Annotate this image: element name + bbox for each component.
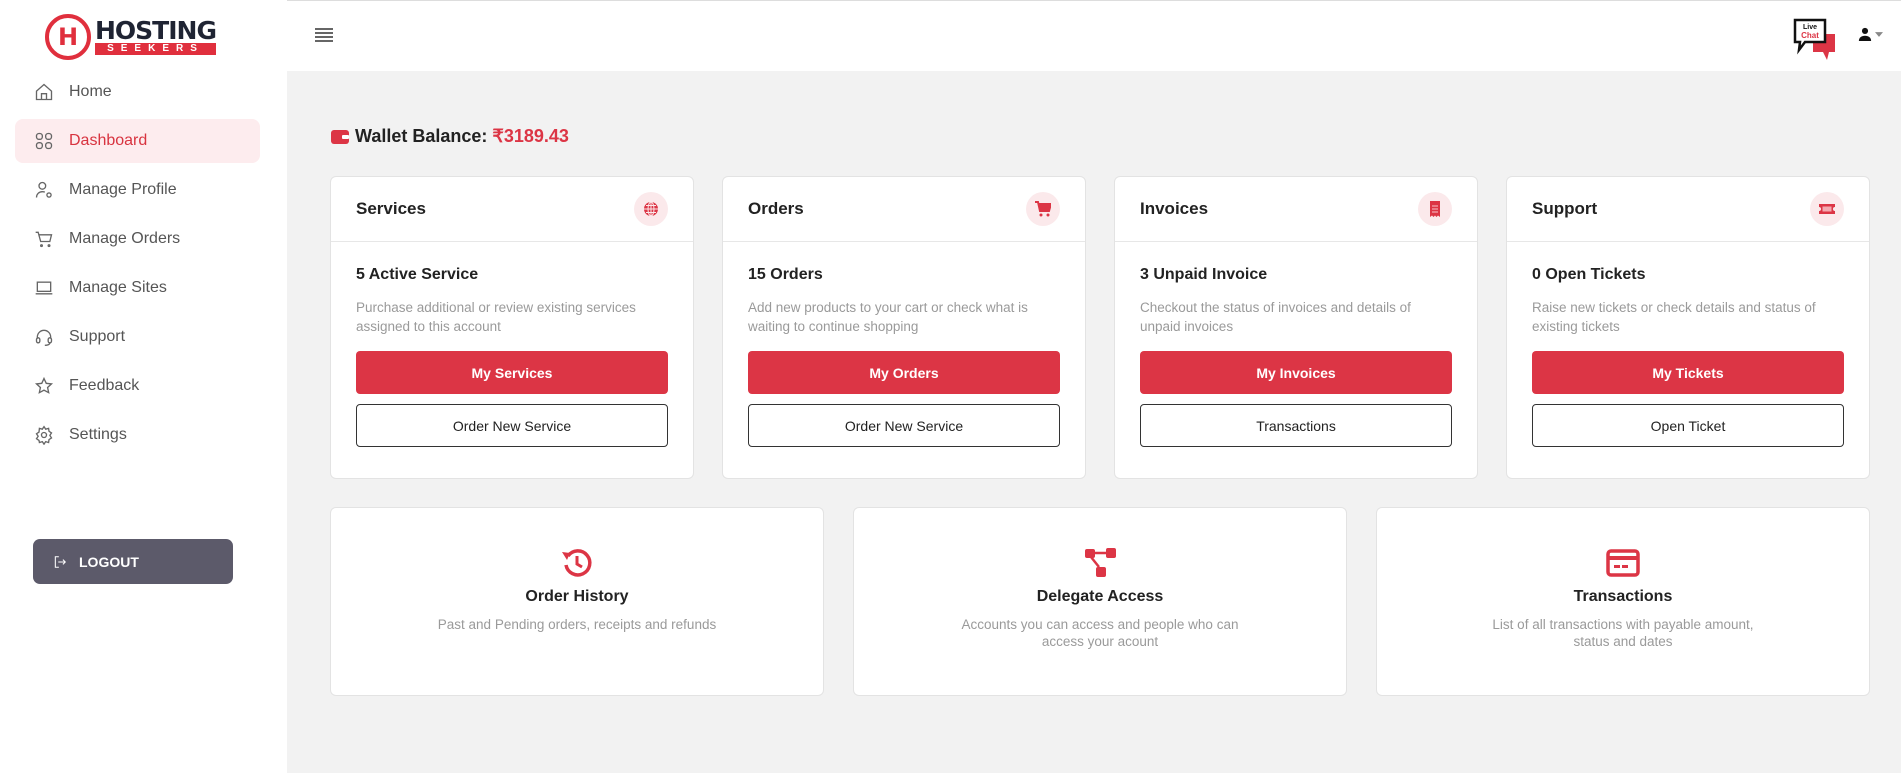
sidebar-item-label: Home bbox=[69, 83, 112, 100]
card-description: Raise new tickets or check details and s… bbox=[1532, 300, 1816, 334]
history-icon bbox=[560, 546, 594, 580]
tile-description: Accounts you can access and people who c… bbox=[961, 617, 1239, 649]
sidebar-item-label: Support bbox=[69, 328, 126, 345]
dashboard-grid-icon bbox=[33, 130, 55, 152]
sidebar-item-manage-profile[interactable]: Manage Profile bbox=[15, 168, 260, 212]
invoices-card: Invoices 3 Unpaid Invoice Checkout the s… bbox=[1114, 176, 1478, 479]
sidebar-item-label: Manage Sites bbox=[69, 279, 167, 296]
ticket-icon bbox=[1810, 192, 1844, 226]
live-chat-button[interactable]: Live Chat bbox=[1793, 18, 1837, 62]
sitemap-icon bbox=[1083, 546, 1117, 580]
card-stat: 3 Unpaid Invoice bbox=[1140, 266, 1268, 283]
card-stat: 15 Orders bbox=[748, 266, 823, 283]
globe-icon bbox=[634, 192, 668, 226]
top-header bbox=[287, 1, 1901, 71]
wallet-icon bbox=[331, 129, 349, 144]
receipt-icon bbox=[1418, 192, 1452, 226]
logout-button[interactable]: LOGOUT bbox=[33, 539, 233, 584]
globe-logo-icon: H bbox=[45, 14, 91, 60]
order-new-service-button[interactable]: Order New Service bbox=[356, 404, 668, 447]
sidebar-item-label: Settings bbox=[69, 426, 127, 443]
sidebar-item-label: Feedback bbox=[69, 377, 140, 394]
wallet-amount: ₹3189.43 bbox=[492, 126, 569, 146]
logout-icon bbox=[54, 555, 66, 568]
cart-icon bbox=[1026, 192, 1060, 226]
user-icon bbox=[1858, 27, 1872, 41]
gear-icon bbox=[33, 424, 55, 446]
sidebar: H HOSTING SEEKERS Home Dashboard Manage … bbox=[0, 0, 287, 773]
sidebar-item-manage-sites[interactable]: Manage Sites bbox=[15, 266, 260, 310]
my-tickets-button[interactable]: My Tickets bbox=[1532, 351, 1844, 394]
tile-description: List of all transactions with payable am… bbox=[1492, 617, 1754, 649]
orders-card: Orders 15 Orders Add new products to you… bbox=[722, 176, 1086, 479]
sidebar-item-manage-orders[interactable]: Manage Orders bbox=[15, 217, 260, 261]
credit-card-icon bbox=[1606, 546, 1640, 580]
my-services-button[interactable]: My Services bbox=[356, 351, 668, 394]
wallet-balance: Wallet Balance: ₹3189.43 bbox=[331, 126, 569, 147]
tile-description: Past and Pending orders, receipts and re… bbox=[437, 617, 717, 632]
card-title: Support bbox=[1532, 199, 1598, 218]
card-description: Purchase additional or review existing s… bbox=[356, 300, 636, 334]
sidebar-item-support[interactable]: Support bbox=[15, 315, 260, 359]
laptop-icon bbox=[33, 277, 55, 299]
transactions-tile[interactable]: Transactions List of all transactions wi… bbox=[1376, 507, 1870, 696]
card-title: Orders bbox=[748, 199, 804, 218]
card-description: Checkout the status of invoices and deta… bbox=[1140, 300, 1411, 334]
card-stat: 0 Open Tickets bbox=[1532, 266, 1646, 283]
live-chat-icon: Live Chat bbox=[1793, 18, 1835, 60]
tile-title: Order History bbox=[525, 588, 629, 605]
order-new-service-button[interactable]: Order New Service bbox=[748, 404, 1060, 447]
my-orders-button[interactable]: My Orders bbox=[748, 351, 1060, 394]
sidebar-item-home[interactable]: Home bbox=[15, 70, 260, 114]
cart-icon bbox=[33, 228, 55, 250]
support-card: Support 0 Open Tickets Raise new tickets… bbox=[1506, 176, 1870, 479]
sidebar-item-label: Dashboard bbox=[69, 132, 148, 149]
sidebar-item-settings[interactable]: Settings bbox=[15, 413, 260, 457]
my-invoices-button[interactable]: My Invoices bbox=[1140, 351, 1452, 394]
card-title: Services bbox=[356, 199, 426, 218]
sidebar-item-feedback[interactable]: Feedback bbox=[15, 364, 260, 408]
card-description: Add new products to your cart or check w… bbox=[748, 300, 1028, 334]
user-menu-dropdown[interactable] bbox=[1858, 24, 1886, 44]
wallet-label: Wallet Balance: bbox=[355, 126, 488, 146]
user-gear-icon bbox=[33, 179, 55, 201]
home-icon bbox=[33, 81, 55, 103]
order-history-tile[interactable]: Order History Past and Pending orders, r… bbox=[330, 507, 824, 696]
menu-toggle-icon[interactable] bbox=[315, 28, 333, 42]
brand-name-top: HOSTING bbox=[95, 16, 217, 45]
brand-logo[interactable]: H HOSTING SEEKERS bbox=[45, 13, 230, 61]
sidebar-item-dashboard[interactable]: Dashboard bbox=[15, 119, 260, 163]
brand-name-bottom: SEEKERS bbox=[95, 43, 216, 55]
card-title: Invoices bbox=[1140, 199, 1209, 218]
tile-title: Transactions bbox=[1573, 588, 1673, 605]
card-stat: 5 Active Service bbox=[356, 266, 479, 283]
services-card: Services 5 Active Service Purchase addit… bbox=[330, 176, 694, 479]
open-ticket-button[interactable]: Open Ticket bbox=[1532, 404, 1844, 447]
logout-label: LOGOUT bbox=[79, 553, 139, 570]
delegate-access-tile[interactable]: Delegate Access Accounts you can access … bbox=[853, 507, 1347, 696]
caret-down-icon bbox=[1875, 31, 1883, 37]
transactions-button[interactable]: Transactions bbox=[1140, 404, 1452, 447]
headset-icon bbox=[33, 326, 55, 348]
tile-title: Delegate Access bbox=[1036, 588, 1164, 605]
star-icon bbox=[33, 375, 55, 397]
live-chat-text-line2: Chat bbox=[1801, 31, 1819, 40]
live-chat-text-line1: Live bbox=[1803, 24, 1817, 31]
sidebar-item-label: Manage Orders bbox=[69, 230, 181, 247]
sidebar-nav: Home Dashboard Manage Profile Manage Ord… bbox=[15, 70, 260, 462]
sidebar-item-label: Manage Profile bbox=[69, 181, 177, 198]
